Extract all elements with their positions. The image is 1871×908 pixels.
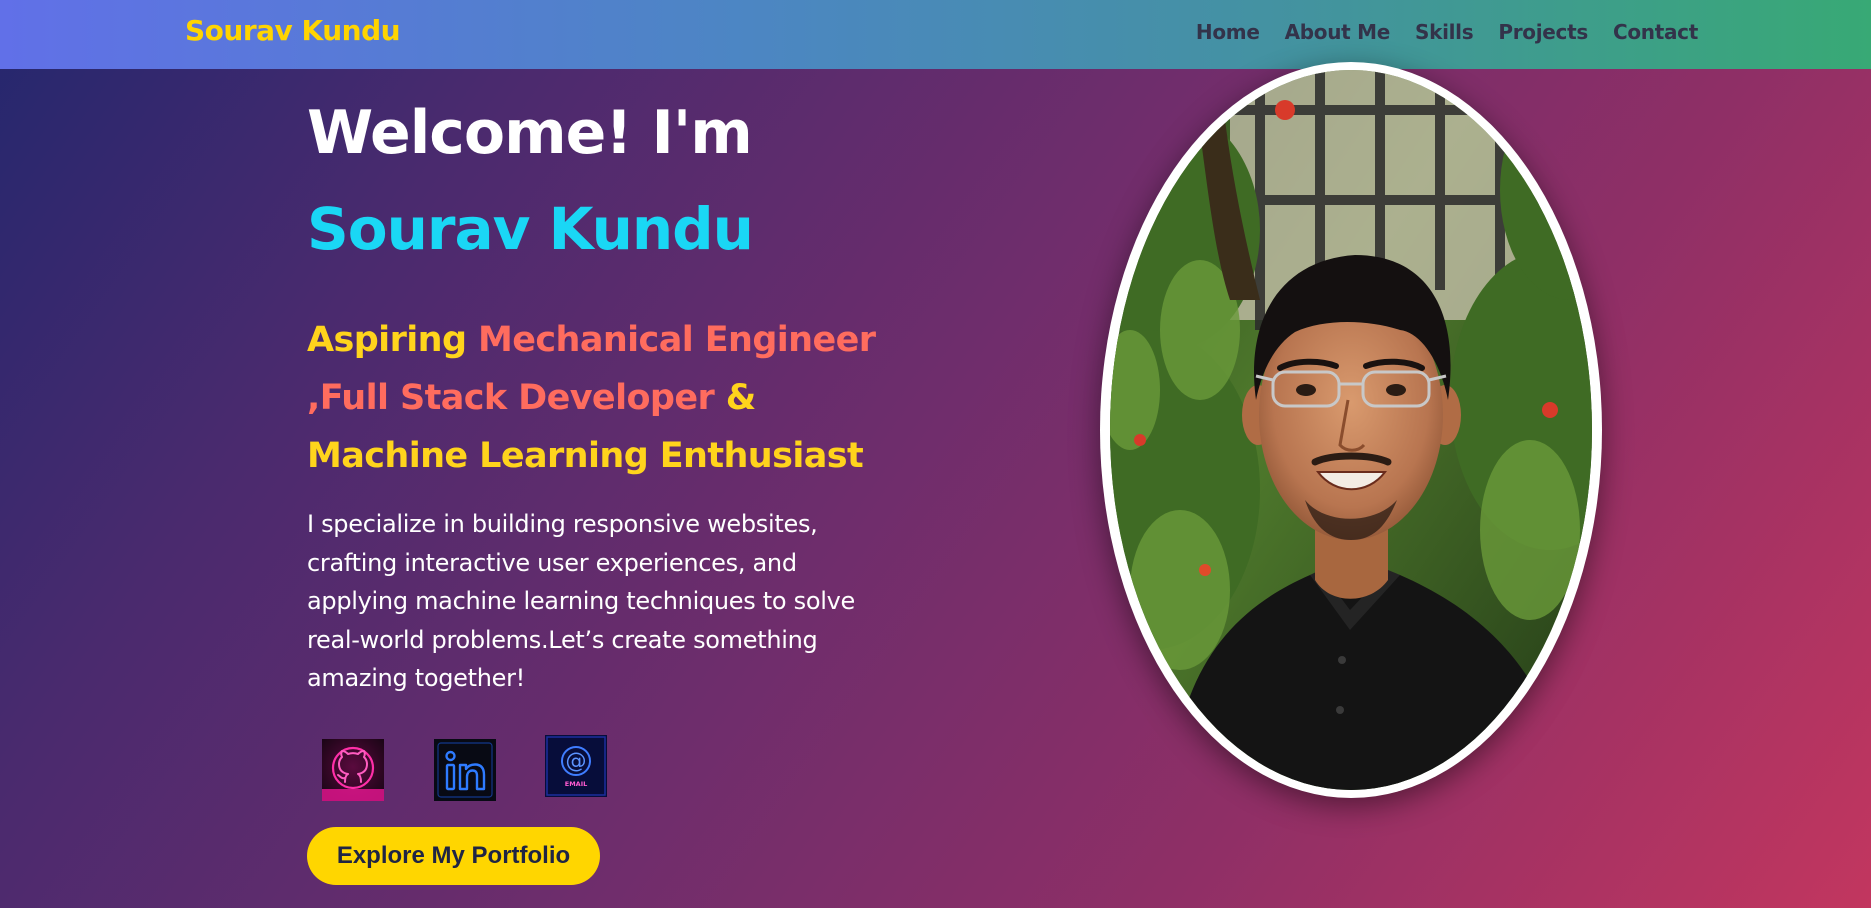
svg-text:@: @ [566, 749, 587, 773]
nav-skills[interactable]: Skills [1415, 20, 1474, 44]
hero-greeting: Welcome! I'm [307, 98, 753, 168]
linkedin-icon[interactable] [434, 739, 496, 801]
email-icon[interactable]: @ EMAIL [545, 735, 607, 797]
hero-tagline: Aspiring Mechanical Engineer ,Full Stack… [307, 311, 907, 485]
top-navbar: Sourav Kundu Home About Me Skills Projec… [0, 0, 1871, 69]
hero-name: Sourav Kundu [307, 195, 754, 263]
nav-contact[interactable]: Contact [1613, 20, 1698, 44]
nav-links: Home About Me Skills Projects Contact [1196, 20, 1698, 44]
tagline-full-stack: ,Full Stack Developer [307, 378, 715, 418]
explore-portfolio-button[interactable]: Explore My Portfolio [307, 827, 600, 885]
github-icon[interactable] [322, 739, 384, 801]
svg-text:EMAIL: EMAIL [565, 780, 588, 788]
hero-bio: I specialize in building responsive webs… [307, 510, 855, 692]
tagline-aspiring: Aspiring [307, 320, 478, 360]
nav-projects[interactable]: Projects [1498, 20, 1588, 44]
brand-logo[interactable]: Sourav Kundu [185, 14, 401, 47]
tagline-ml-enthusiast: Machine Learning Enthusiast [307, 436, 864, 476]
tagline-mechanical-engineer: Mechanical Engineer [477, 320, 876, 360]
social-links: @ EMAIL [322, 734, 607, 801]
tagline-ampersand: & [714, 378, 757, 418]
profile-portrait-image [1110, 70, 1592, 790]
nav-home[interactable]: Home [1196, 20, 1260, 44]
profile-photo [1100, 62, 1602, 798]
hero-section: Welcome! I'm Sourav Kundu Aspiring Mecha… [307, 95, 907, 698]
nav-about-me[interactable]: About Me [1285, 20, 1391, 44]
